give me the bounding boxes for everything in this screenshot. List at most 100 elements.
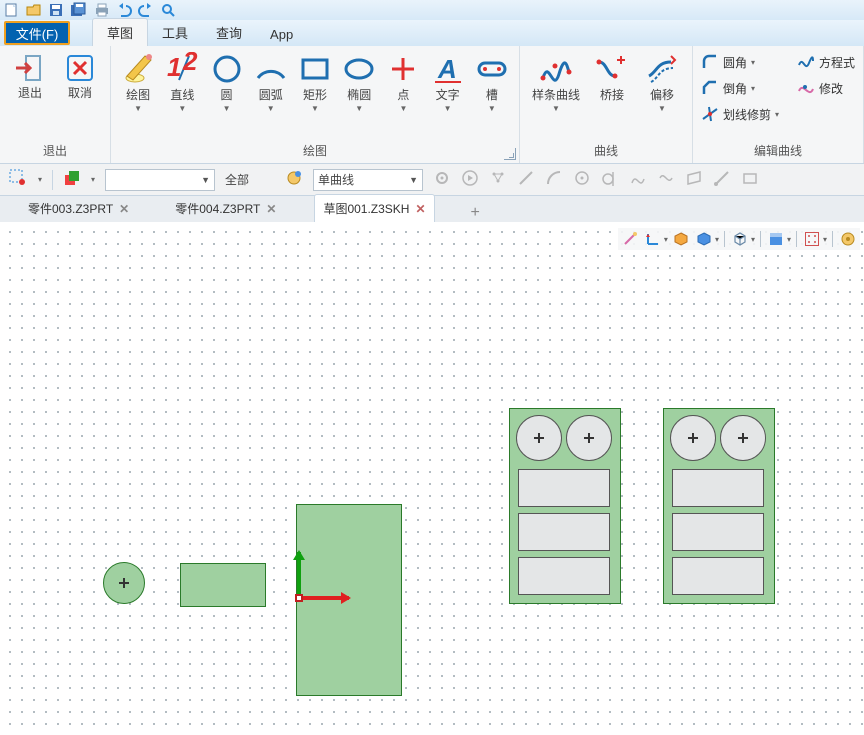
draw-button[interactable]: 绘图 ▼ xyxy=(119,50,157,113)
chevron-down-icon[interactable]: ▾ xyxy=(38,175,42,184)
selection-mode-icon[interactable] xyxy=(8,168,28,191)
constraint-curve2-icon[interactable] xyxy=(657,169,675,190)
slot-label: 槽 xyxy=(486,88,498,102)
trim-label: 划线修剪 xyxy=(723,106,771,123)
constraint-point-icon[interactable] xyxy=(489,169,507,190)
text-button[interactable]: A 文字 ▼ xyxy=(429,50,467,113)
tab-query[interactable]: 查询 xyxy=(202,19,256,46)
chevron-down-icon[interactable]: ▾ xyxy=(91,175,95,184)
gear-icon[interactable] xyxy=(433,169,451,190)
filter-icon[interactable] xyxy=(285,169,303,190)
close-icon[interactable]: ✕ xyxy=(119,202,129,216)
chevron-down-icon[interactable]: ▾ xyxy=(751,235,755,244)
wire-cube-icon[interactable] xyxy=(730,229,750,249)
chevron-down-icon[interactable]: ▾ xyxy=(823,235,827,244)
view-toolbar: ▾ ▾ ▾ ▾ ▾ xyxy=(618,228,860,250)
chevron-down-icon[interactable]: ▾ xyxy=(664,235,668,244)
slot-button[interactable]: 槽 ▼ xyxy=(473,50,511,113)
pencil-icon xyxy=(121,52,155,86)
sketch-circle[interactable] xyxy=(103,562,145,604)
spline-button[interactable]: 样条曲线 ▼ xyxy=(528,50,584,113)
circle-button[interactable]: 圆 ▼ xyxy=(207,50,245,113)
constraint-edge-icon[interactable] xyxy=(713,169,731,190)
constraint-line-icon[interactable] xyxy=(517,169,535,190)
wand-icon[interactable] xyxy=(620,229,640,249)
axis-icon[interactable] xyxy=(643,229,663,249)
arc-button[interactable]: 圆弧 ▼ xyxy=(252,50,290,113)
modify-icon xyxy=(797,79,815,97)
point-button[interactable]: 点 ▼ xyxy=(384,50,422,113)
rect-label: 矩形 xyxy=(303,88,327,102)
view-front-icon[interactable] xyxy=(766,229,786,249)
inner-circle xyxy=(516,415,562,461)
qat-print-icon[interactable] xyxy=(94,2,110,18)
ribbon-group-exit: 退出 取消 退出 xyxy=(0,46,111,163)
cancel-label: 取消 xyxy=(68,86,92,100)
dialog-launcher-icon[interactable] xyxy=(504,148,516,160)
constraint-concentric-icon[interactable] xyxy=(573,169,591,190)
close-icon[interactable]: ✕ xyxy=(266,202,276,216)
sketch-group-a[interactable] xyxy=(509,408,621,604)
constraint-curve1-icon[interactable] xyxy=(629,169,647,190)
exit-button[interactable]: 退出 xyxy=(8,50,52,100)
rect-button[interactable]: 矩形 ▼ xyxy=(296,50,334,113)
sketch-canvas[interactable]: ▾ ▾ ▾ ▾ ▾ xyxy=(0,222,864,735)
chamfer-button[interactable]: 倒角 ▾ xyxy=(701,76,779,100)
close-icon[interactable]: ✕ xyxy=(415,202,425,216)
qat-open-icon[interactable] xyxy=(26,2,42,18)
exit-icon xyxy=(14,52,46,84)
qat-search-icon[interactable] xyxy=(160,2,176,18)
offset-label: 偏移 xyxy=(650,88,674,102)
tab-tools[interactable]: 工具 xyxy=(148,19,202,46)
qat-new-icon[interactable] xyxy=(4,2,20,18)
fillet-button[interactable]: 圆角 ▾ xyxy=(701,50,779,74)
trim-button[interactable]: 划线修剪 ▾ xyxy=(701,102,779,126)
group-title-edit-curve: 编辑曲线 xyxy=(701,140,855,163)
box-blue-icon[interactable] xyxy=(694,229,714,249)
bridge-label: 桥接 xyxy=(600,88,624,102)
cancel-button[interactable]: 取消 xyxy=(58,50,102,100)
qat-redo-icon[interactable] xyxy=(138,2,154,18)
constraint-surface-icon[interactable] xyxy=(685,169,703,190)
modify-button[interactable]: 修改 xyxy=(797,76,855,100)
tab-sketch[interactable]: 草图 xyxy=(92,18,148,46)
rect-icon xyxy=(298,52,332,86)
chevron-down-icon: ▼ xyxy=(552,104,560,113)
chevron-down-icon: ▼ xyxy=(409,175,418,185)
play-icon[interactable] xyxy=(461,169,479,190)
target-icon[interactable] xyxy=(838,229,858,249)
doc-tab-0[interactable]: 零件003.Z3PRT ✕ xyxy=(20,195,137,222)
equation-button[interactable]: 方程式 xyxy=(797,50,855,74)
offset-button[interactable]: 偏移 ▼ xyxy=(640,50,684,113)
ellipse-label: 椭圆 xyxy=(347,88,371,102)
constraint-face-icon[interactable] xyxy=(741,169,759,190)
add-tab-button[interactable]: + xyxy=(465,204,486,222)
qat-saveall-icon[interactable] xyxy=(70,2,88,18)
chevron-down-icon[interactable]: ▾ xyxy=(787,235,791,244)
layer-icon[interactable] xyxy=(63,169,81,190)
tab-app[interactable]: App xyxy=(256,23,307,46)
grid-dots-icon[interactable] xyxy=(802,229,822,249)
bridge-button[interactable]: 桥接 xyxy=(590,50,634,102)
quick-access-toolbar xyxy=(0,0,864,20)
qat-undo-icon[interactable] xyxy=(116,2,132,18)
layer-combo[interactable]: ▼ xyxy=(105,169,215,191)
line-button[interactable]: 12 直线 ▼ xyxy=(163,50,201,113)
qat-save-icon[interactable] xyxy=(48,2,64,18)
sketch-group-b[interactable] xyxy=(663,408,775,604)
box-orange-icon[interactable] xyxy=(671,229,691,249)
sketch-rect-small[interactable] xyxy=(180,563,266,607)
chevron-down-icon[interactable]: ▾ xyxy=(715,235,719,244)
chevron-down-icon: ▼ xyxy=(223,104,231,113)
constraint-arc-icon[interactable] xyxy=(545,169,563,190)
center-mark-icon xyxy=(534,433,544,443)
chevron-down-icon: ▼ xyxy=(658,104,666,113)
doc-tab-1[interactable]: 零件004.Z3PRT ✕ xyxy=(167,195,284,222)
entity-filter-combo[interactable]: 单曲线 ▼ xyxy=(313,169,423,191)
bridge-icon xyxy=(595,52,629,86)
chevron-down-icon: ▼ xyxy=(399,104,407,113)
file-menu-button[interactable]: 文件(F) xyxy=(4,21,70,45)
doc-tab-2[interactable]: 草图001.Z3SKH ✕ xyxy=(314,194,434,222)
ellipse-button[interactable]: 椭圆 ▼ xyxy=(340,50,378,113)
constraint-tangent-icon[interactable] xyxy=(601,169,619,190)
